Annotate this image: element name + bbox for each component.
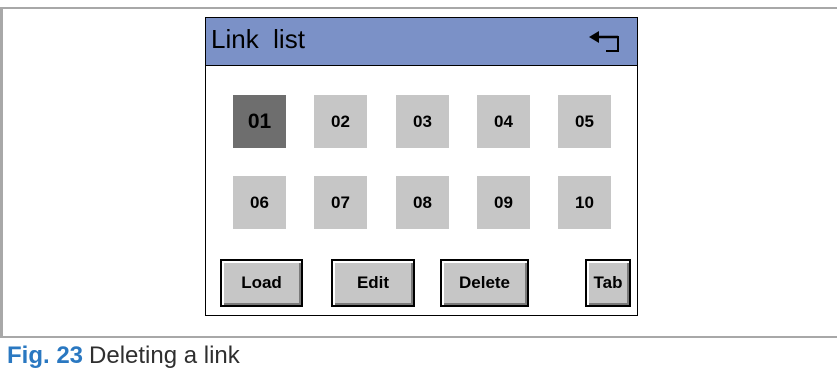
delete-button[interactable]: Delete xyxy=(440,259,529,307)
figure-number: Fig. 23 xyxy=(7,342,84,369)
return-arrow-icon[interactable] xyxy=(589,30,625,54)
figure-caption-text: Deleting a link xyxy=(89,342,240,369)
link-slot-03[interactable]: 03 xyxy=(396,95,449,148)
link-slot-06[interactable]: 06 xyxy=(233,176,286,229)
tab-button[interactable]: Tab xyxy=(585,259,631,307)
link-slot-09[interactable]: 09 xyxy=(477,176,530,229)
figure-frame-bottom xyxy=(0,336,837,338)
figure-frame-top xyxy=(0,7,837,9)
link-slot-04[interactable]: 04 xyxy=(477,95,530,148)
title-bar: Link list xyxy=(206,18,637,66)
link-slot-07[interactable]: 07 xyxy=(314,176,367,229)
figure-frame-left xyxy=(0,7,3,337)
link-slot-02[interactable]: 02 xyxy=(314,95,367,148)
load-button[interactable]: Load xyxy=(220,259,303,307)
link-slot-05[interactable]: 05 xyxy=(558,95,611,148)
figure-caption: Fig. 23 Deleting a link xyxy=(7,342,240,370)
figure: Link list 01 02 03 04 05 06 07 08 09 10 … xyxy=(0,0,837,374)
link-slot-10[interactable]: 10 xyxy=(558,176,611,229)
link-slot-01[interactable]: 01 xyxy=(233,95,286,148)
link-list-screen: Link list 01 02 03 04 05 06 07 08 09 10 … xyxy=(205,17,638,316)
screen-title: Link list xyxy=(211,24,305,54)
edit-button[interactable]: Edit xyxy=(331,259,415,307)
link-slot-08[interactable]: 08 xyxy=(396,176,449,229)
